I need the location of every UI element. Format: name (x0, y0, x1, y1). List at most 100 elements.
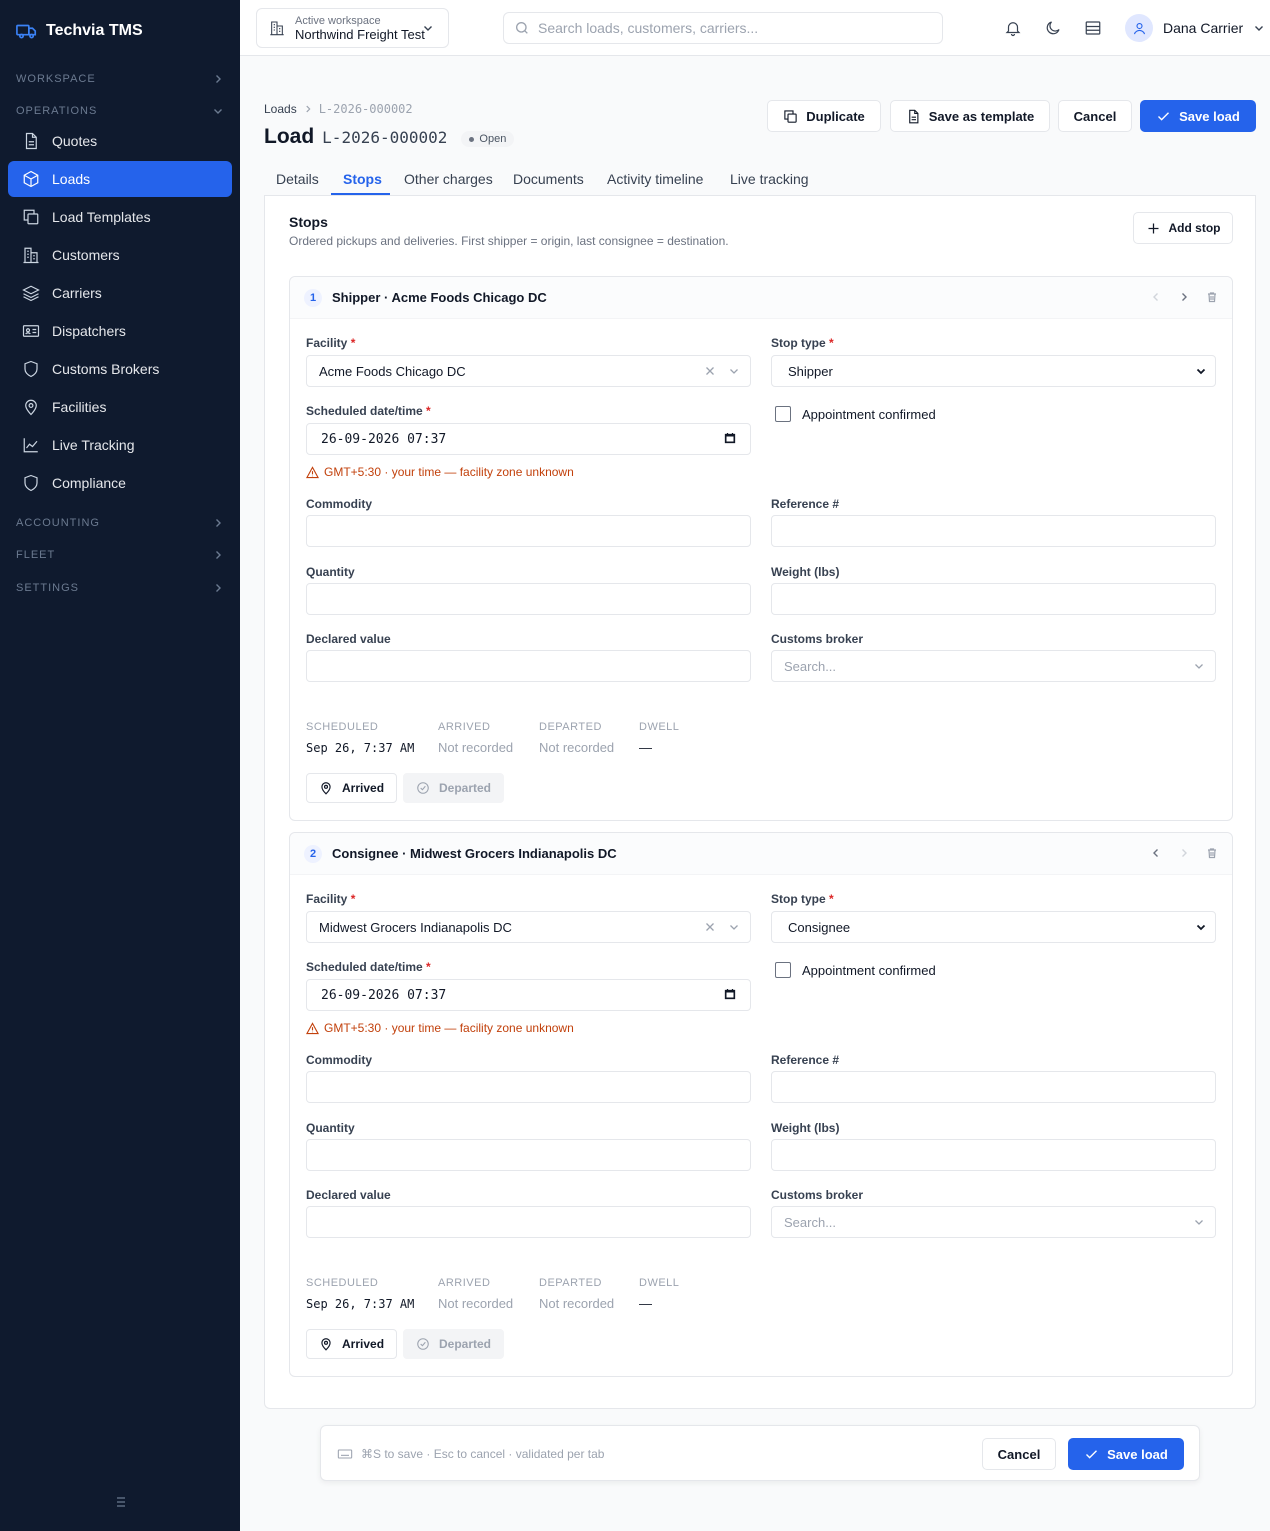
tab-live-tracking[interactable]: Live tracking (730, 171, 809, 187)
breadcrumb-loads-link[interactable]: Loads (264, 102, 297, 116)
collapse-sidebar-icon[interactable] (114, 1495, 128, 1509)
mark-departed-button[interactable]: Departed (403, 1329, 505, 1359)
stop-controls (1150, 847, 1218, 859)
building-icon (270, 21, 284, 36)
appointment-confirmed-checkbox[interactable]: Appointment confirmed (775, 406, 936, 422)
move-up-icon[interactable] (1150, 847, 1162, 859)
app-name: Techvia TMS (46, 22, 143, 39)
trash-icon[interactable] (1206, 291, 1218, 303)
calendar-icon[interactable] (724, 432, 736, 444)
warning-icon (306, 1021, 319, 1034)
sidebar-item-dispatchers[interactable]: Dispatchers (8, 313, 232, 349)
footer-save-load-button[interactable]: Save load (1068, 1438, 1184, 1470)
sidebar-item-quotes[interactable]: Quotes (8, 123, 232, 159)
stat-scheduled-label: SCHEDULED (306, 721, 379, 733)
chevron-down-icon (730, 369, 738, 374)
section-operations[interactable]: OPERATIONS (16, 105, 224, 117)
checkbox[interactable] (775, 962, 791, 978)
stop-type-select[interactable]: Shipper (771, 355, 1216, 387)
move-down-icon[interactable] (1178, 847, 1190, 859)
customs-broker-select[interactable]: Search... (771, 650, 1216, 682)
workspace-switcher[interactable]: Active workspace Northwind Freight Test (256, 8, 449, 48)
stat-scheduled-label: SCHEDULED (306, 1277, 379, 1289)
sidebar-item-facilities[interactable]: Facilities (8, 389, 232, 425)
customs-broker-select[interactable]: Search... (771, 1206, 1216, 1238)
commodity-label: Commodity (306, 1053, 372, 1067)
scheduled-datetime-input[interactable]: 26-09-2026 07:37 (306, 979, 751, 1011)
commodity-input[interactable] (306, 515, 751, 547)
check-circle-icon (417, 782, 429, 794)
sidebar: Techvia TMS WORKSPACE OPERATIONS Quotes … (0, 0, 240, 1531)
weight-input[interactable] (771, 1139, 1216, 1171)
reference-input[interactable] (771, 1071, 1216, 1103)
section-settings[interactable]: SETTINGS (16, 582, 224, 594)
sidebar-item-live-tracking[interactable]: Live Tracking (8, 427, 232, 463)
cancel-button[interactable]: Cancel (1058, 100, 1132, 132)
mark-departed-button[interactable]: Departed (403, 773, 505, 803)
weight-input[interactable] (771, 583, 1216, 615)
stop-controls (1150, 291, 1218, 303)
sidebar-item-carriers[interactable]: Carriers (8, 275, 232, 311)
calendar-icon[interactable] (724, 988, 736, 1000)
declared-value-input[interactable] (306, 650, 751, 682)
save-as-template-button[interactable]: Save as template (890, 100, 1050, 132)
brand-logo[interactable]: Techvia TMS (16, 20, 143, 42)
workspace-name: Northwind Freight Test (295, 26, 425, 42)
sidebar-item-customers[interactable]: Customers (8, 237, 232, 273)
stop-type-select[interactable]: Consignee (771, 911, 1216, 943)
checkbox[interactable] (775, 406, 791, 422)
bell-icon[interactable] (1004, 19, 1022, 37)
tab-activity-timeline[interactable]: Activity timeline (607, 171, 703, 187)
facility-select[interactable]: Acme Foods Chicago DC (306, 355, 751, 387)
tab-stops[interactable]: Stops (343, 171, 382, 187)
moon-icon[interactable] (1044, 19, 1062, 37)
trash-icon[interactable] (1206, 847, 1218, 859)
clear-icon[interactable] (704, 365, 716, 377)
move-up-icon[interactable] (1150, 291, 1162, 303)
declared-value-input[interactable] (306, 1206, 751, 1238)
user-menu[interactable]: Dana Carrier (1125, 14, 1265, 42)
section-accounting[interactable]: ACCOUNTING (16, 517, 224, 529)
appointment-confirmed-checkbox[interactable]: Appointment confirmed (775, 962, 936, 978)
quantity-input[interactable] (306, 583, 751, 615)
layout-icon[interactable] (1084, 19, 1102, 37)
search-input[interactable] (538, 20, 918, 36)
global-search[interactable] (503, 12, 943, 44)
tab-other-charges[interactable]: Other charges (404, 171, 493, 187)
sidebar-item-load-templates[interactable]: Load Templates (8, 199, 232, 235)
quantity-label: Quantity (306, 1121, 355, 1135)
facility-label: Facility * (306, 892, 356, 906)
footer-cancel-button[interactable]: Cancel (982, 1438, 1056, 1470)
section-fleet[interactable]: FLEET (16, 549, 224, 561)
sidebar-item-compliance[interactable]: Compliance (8, 465, 232, 501)
user-name: Dana Carrier (1163, 20, 1244, 36)
commodity-input[interactable] (306, 1071, 751, 1103)
user-icon (1133, 22, 1145, 34)
check-circle-icon (417, 1338, 429, 1350)
quantity-label: Quantity (306, 565, 355, 579)
quantity-input[interactable] (306, 1139, 751, 1171)
reference-input[interactable] (771, 515, 1216, 547)
scheduled-datetime-input[interactable]: 26-09-2026 07:37 (306, 423, 751, 455)
page-title-text: Load (264, 125, 315, 148)
save-load-button[interactable]: Save load (1140, 100, 1256, 132)
page-title: Load L-2026-000002 Open (264, 125, 515, 149)
reference-label: Reference # (771, 497, 840, 511)
mark-arrived-button[interactable]: Arrived (306, 1329, 398, 1359)
facility-select[interactable]: Midwest Grocers Indianapolis DC (306, 911, 751, 943)
stat-departed-value: Not recorded (539, 740, 615, 755)
move-down-icon[interactable] (1178, 291, 1190, 303)
load-id: L-2026-000002 (322, 127, 448, 147)
tab-documents[interactable]: Documents (513, 171, 584, 187)
duplicate-button[interactable]: Duplicate (767, 100, 881, 132)
add-stop-button[interactable]: Add stop (1133, 212, 1233, 244)
sidebar-item-loads[interactable]: Loads (8, 161, 232, 197)
mark-arrived-button[interactable]: Arrived (306, 773, 398, 803)
reference-label: Reference # (771, 1053, 840, 1067)
stop-card-1: 1 Shipper · Acme Foods Chicago DC Facili… (289, 276, 1233, 821)
section-workspace[interactable]: WORKSPACE (16, 73, 224, 85)
clear-icon[interactable] (704, 921, 716, 933)
chevron-down-icon (1195, 1220, 1203, 1225)
sidebar-item-customs-brokers[interactable]: Customs Brokers (8, 351, 232, 387)
tab-details[interactable]: Details (276, 171, 319, 187)
